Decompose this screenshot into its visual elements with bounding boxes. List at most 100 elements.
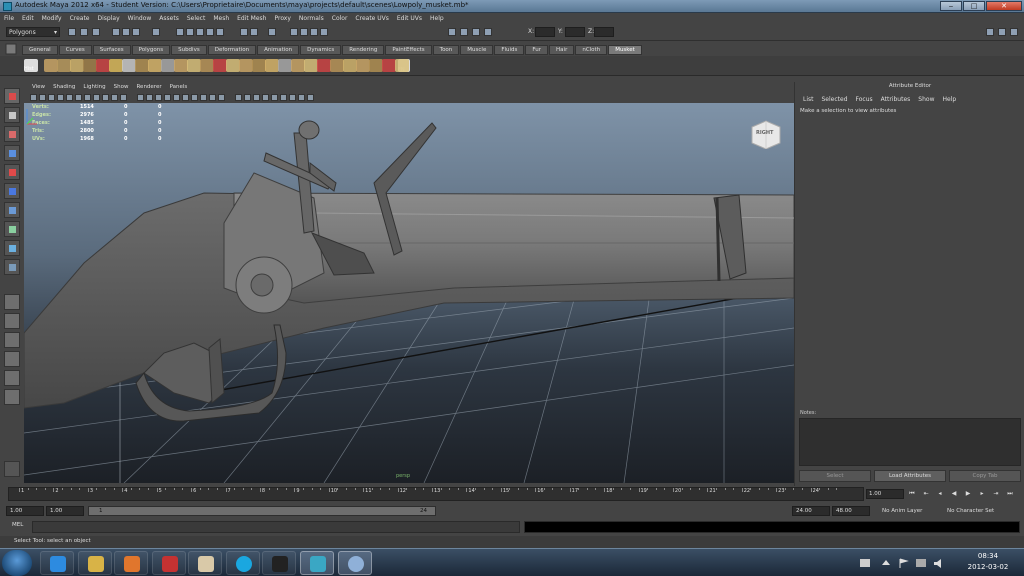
render-settings-icon[interactable] — [320, 28, 328, 36]
panel-tool-icon[interactable] — [84, 94, 91, 101]
save-scene-icon[interactable] — [92, 28, 100, 36]
panel-tool-icon[interactable] — [200, 94, 207, 101]
attribute-editor-icon[interactable] — [484, 28, 492, 36]
panel-tool-icon[interactable] — [262, 94, 269, 101]
shelf-tool-icon[interactable] — [44, 59, 58, 72]
shelf-tool-icon[interactable] — [174, 59, 188, 72]
show-manipulator-icon[interactable] — [4, 240, 20, 256]
shelf-tab-deformation[interactable]: Deformation — [207, 45, 257, 55]
panel-tool-icon[interactable] — [155, 94, 162, 101]
rotate-tool-icon[interactable] — [4, 164, 20, 180]
animation-start-field[interactable]: 1.00 — [6, 506, 44, 516]
shelf-tool-icon[interactable] — [122, 59, 136, 72]
tool-settings-toggle-icon[interactable] — [1010, 28, 1018, 36]
soft-modification-icon[interactable] — [4, 221, 20, 237]
output-ops-icon[interactable] — [250, 28, 258, 36]
menu-help[interactable]: Help — [426, 13, 448, 24]
menu-edit[interactable]: Edit — [18, 13, 38, 24]
persp-hypershade-layout-icon[interactable] — [4, 370, 20, 386]
channel-layer-icon[interactable] — [998, 28, 1006, 36]
panel-tool-icon[interactable] — [298, 94, 305, 101]
panel-tool-icon[interactable] — [164, 94, 171, 101]
shelf-tab-rendering[interactable]: Rendering — [342, 45, 385, 55]
notes-field[interactable] — [799, 418, 1021, 466]
step-back-key-button[interactable]: ⇤ — [920, 489, 932, 499]
attribute-menu-focus[interactable]: Focus — [852, 95, 877, 104]
open-scene-icon[interactable] — [80, 28, 88, 36]
render-view-icon[interactable] — [290, 28, 298, 36]
panel-menu-panels[interactable]: Panels — [166, 83, 192, 91]
shelf-tool-icon[interactable] — [226, 59, 240, 72]
menu-assets[interactable]: Assets — [155, 13, 183, 24]
panel-tool-icon[interactable] — [120, 94, 127, 101]
four-view-layout-icon[interactable] — [4, 313, 20, 329]
panel-tool-icon[interactable] — [182, 94, 189, 101]
menu-set-select[interactable]: Polygons — [6, 27, 60, 37]
shelf-tab-fluids[interactable]: Fluids — [494, 45, 525, 55]
menu-proxy[interactable]: Proxy — [270, 13, 294, 24]
shelf-tab-general[interactable]: General — [22, 45, 58, 55]
tool-settings-icon[interactable] — [4, 461, 20, 477]
ipr-render-icon[interactable] — [310, 28, 318, 36]
panel-tool-icon[interactable] — [93, 94, 100, 101]
panel-tool-icon[interactable] — [209, 94, 216, 101]
load-attributes-button[interactable]: Load Attributes — [874, 470, 946, 482]
play-forwards-button[interactable]: ▶ — [962, 489, 974, 499]
menu-edit-mesh[interactable]: Edit Mesh — [233, 13, 270, 24]
shelf-tool-icon[interactable] — [356, 59, 370, 72]
shelf-tool-icon[interactable] — [382, 59, 396, 72]
menu-normals[interactable]: Normals — [295, 13, 328, 24]
snap-grid-icon[interactable] — [176, 28, 184, 36]
panel-tool-icon[interactable] — [235, 94, 242, 101]
shelf-tool-icon[interactable] — [343, 59, 357, 72]
time-slider-track[interactable]: 1 2 3 4 5 6 7 8 9 10 11 12 13 14 15 16 17 18 19 20 21 22 23 24 — [8, 487, 864, 501]
maximize-button[interactable]: □ — [963, 1, 985, 11]
taskbar-paint[interactable] — [188, 551, 222, 575]
shelf-tab-subdivs[interactable]: Subdivs — [171, 45, 207, 55]
panel-tool-icon[interactable] — [30, 94, 37, 101]
paint-select-tool-icon[interactable] — [4, 126, 20, 142]
snap-view-plane-icon[interactable] — [206, 28, 214, 36]
snap-curve-icon[interactable] — [186, 28, 194, 36]
shelf-tab-painteffects[interactable]: PaintEffects — [385, 45, 432, 55]
go-to-start-button[interactable]: ⏮ — [906, 489, 918, 499]
menu-mesh[interactable]: Mesh — [209, 13, 233, 24]
shelf-tool-icon[interactable] — [148, 59, 162, 72]
panel-menu-shading[interactable]: Shading — [49, 83, 79, 91]
tool-settings-icon[interactable] — [472, 28, 480, 36]
panel-tool-icon[interactable] — [66, 94, 73, 101]
go-to-end-button[interactable]: ⏭ — [1004, 489, 1016, 499]
panel-menu-renderer[interactable]: Renderer — [132, 83, 165, 91]
minimize-button[interactable]: ‒ — [940, 1, 962, 11]
shelf-tab-curves[interactable]: Curves — [58, 45, 92, 55]
perspective-graph-layout-icon[interactable] — [4, 351, 20, 367]
mel-label[interactable]: MEL — [12, 522, 23, 528]
menu-create[interactable]: Create — [66, 13, 94, 24]
sidebar-toggle-icon[interactable] — [448, 28, 456, 36]
construction-history-icon[interactable] — [268, 28, 276, 36]
attribute-menu-show[interactable]: Show — [914, 95, 938, 104]
shelf-tool-icon[interactable] — [291, 59, 305, 72]
shelf-tool-icon[interactable] — [109, 59, 123, 72]
panel-tool-icon[interactable] — [218, 94, 225, 101]
panel-tool-icon[interactable] — [39, 94, 46, 101]
taskbar-app-red[interactable] — [152, 551, 186, 575]
animation-end-field[interactable]: 48.00 — [832, 506, 870, 516]
shelf-tool-icon[interactable] — [135, 59, 149, 72]
select-hierarchy-icon[interactable] — [112, 28, 120, 36]
shelf-tab-surfaces[interactable]: Surfaces — [92, 45, 131, 55]
attribute-menu-attributes[interactable]: Attributes — [877, 95, 915, 104]
play-backwards-button[interactable]: ◀ — [948, 489, 960, 499]
taskbar-clock[interactable]: 08:34 2012-03-02 — [960, 551, 1016, 573]
shelf-tool-icon[interactable] — [265, 59, 279, 72]
outliner-layout-icon[interactable] — [4, 389, 20, 405]
panel-tool-icon[interactable] — [244, 94, 251, 101]
attribute-menu-selected[interactable]: Selected — [818, 95, 852, 104]
panel-tool-icon[interactable] — [280, 94, 287, 101]
shelf-tab-hair[interactable]: Hair — [549, 45, 575, 55]
taskbar-skype[interactable] — [226, 551, 260, 575]
shelf-tool-icon[interactable] — [57, 59, 71, 72]
step-forward-frame-button[interactable]: ▸ — [976, 489, 988, 499]
panel-menu-show[interactable]: Show — [110, 83, 133, 91]
panel-tool-icon[interactable] — [48, 94, 55, 101]
